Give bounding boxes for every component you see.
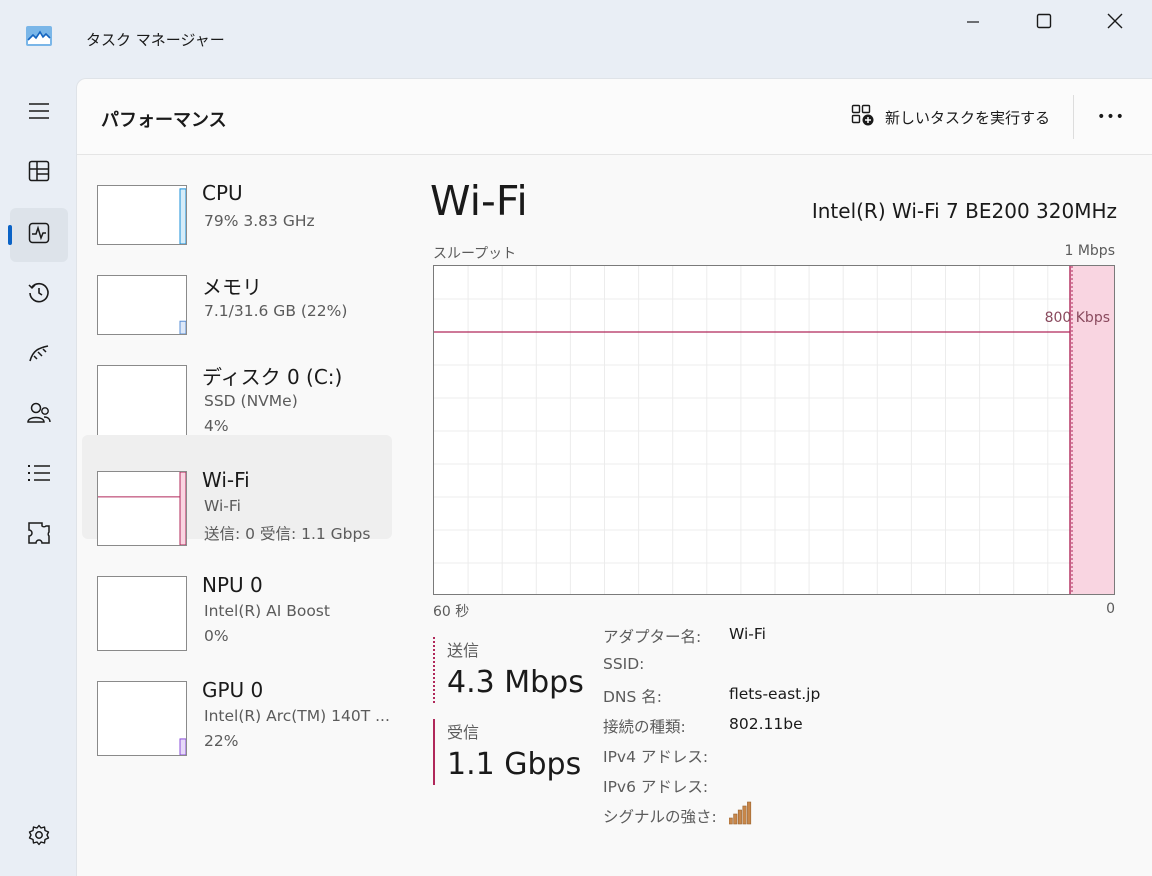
device-thumbnail [97,365,187,440]
device-thumbnail [97,275,187,335]
send-label: 送信 [447,641,480,660]
device-list: CPU 79% 3.83 GHz メモリ 7.1/31.6 GB (22%) ディスク … [77,155,397,875]
users-icon [26,401,52,429]
device-value: 4% [204,417,229,435]
settings-button[interactable] [10,810,68,864]
new-task-icon [851,104,875,130]
close-icon [1107,13,1123,33]
nav-users[interactable] [10,388,68,442]
receive-stat: 受信 1.1 Gbps [433,719,581,785]
property-value: flets-east.jp [729,685,821,703]
device-subtitle: Intel(R) Arc(TM) 140T ... [204,707,390,725]
device-item-4[interactable]: NPU 0 Intel(R) AI Boost 0% [82,545,392,651]
device-item-5[interactable]: GPU 0 Intel(R) Arc(TM) 140T ... 22% [82,645,392,756]
device-name: CPU [202,181,243,205]
property-value: 802.11be [729,715,803,733]
device-item-2[interactable]: ディスク 0 (C:) SSD (NVMe) 4% [82,335,392,440]
nav-startup-apps[interactable] [10,328,68,382]
title-bar: タスク マネージャー [0,0,1152,78]
details-icon [27,463,51,487]
nav-details[interactable] [10,448,68,502]
device-name: GPU 0 [202,678,264,702]
receive-value: 1.1 Gbps [447,747,582,782]
hamburger-icon [28,102,50,124]
nav-performance[interactable] [10,208,68,262]
more-options-button[interactable]: ••• [1089,103,1133,131]
run-new-task-label: 新しいタスクを実行する [885,108,1051,127]
page-title: パフォーマンス [101,110,227,131]
active-indicator [8,225,12,245]
device-name: NPU 0 [202,573,263,597]
device-thumbnail [97,681,187,756]
device-title: Wi-Fi [430,177,528,225]
time-axis-end: 0 [1106,601,1115,617]
services-icon [27,521,51,549]
device-subtitle: 7.1/31.6 GB (22%) [204,302,348,320]
throughput-graph: 800 Kbps [433,265,1115,595]
device-subtitle: Intel(R) AI Boost [204,602,330,620]
send-stat: 送信 4.3 Mbps [433,637,584,703]
send-value: 4.3 Mbps [447,665,584,700]
adapter-name: Intel(R) Wi-Fi 7 BE200 320MHz [811,199,1117,223]
device-subtitle: SSD (NVMe) [204,392,298,410]
startup-icon [27,342,51,368]
more-icon: ••• [1097,109,1125,125]
device-thumbnail [97,471,187,546]
detail-pane: Wi-Fi Intel(R) Wi-Fi 7 BE200 320MHz スループ… [417,155,1117,875]
device-value: 0% [204,627,229,645]
gear-icon [28,824,50,850]
maximize-icon [1036,13,1052,33]
property-key: DNS 名: [603,688,663,706]
page-header: パフォーマンス 新しいタスクを実行する ••• [77,79,1152,155]
device-subtitle: 79% 3.83 GHz [204,212,315,230]
property-key: SSID: [603,655,645,673]
window-title: タスク マネージャー [86,31,225,49]
receive-label: 受信 [447,723,480,742]
property-key: アダプター名: [603,628,702,646]
run-new-task-button[interactable]: 新しいタスクを実行する [851,103,1050,131]
reference-line-label: 800 Kbps [1044,310,1110,326]
device-item-3[interactable]: Wi-Fi Wi-Fi 送信: 0 受信: 1.1 Gbps [82,435,392,546]
device-name: ディスク 0 (C:) [202,365,343,389]
performance-icon [28,222,50,248]
signal-strength-icon [728,801,753,829]
task-manager-app-icon [26,26,52,46]
menu-button[interactable] [10,86,68,140]
device-item-1[interactable]: メモリ 7.1/31.6 GB (22%) [82,245,392,341]
graph-label: スループット [433,246,517,262]
content-panel: パフォーマンス 新しいタスクを実行する ••• CPU 79% 3.83 GHz メ… [76,78,1152,876]
device-thumbnail [97,576,187,651]
device-subtitle: Wi-Fi [204,497,241,515]
nav-rail [0,78,76,876]
nav-processes[interactable] [10,146,68,200]
close-button[interactable] [1092,8,1138,38]
device-name: Wi-Fi [202,468,250,492]
device-name: メモリ [202,275,262,299]
minimize-icon [966,14,980,33]
device-value: 送信: 0 受信: 1.1 Gbps [204,525,371,543]
nav-services[interactable] [10,508,68,562]
maximize-button[interactable] [1021,8,1067,38]
property-value: Wi-Fi [729,625,766,643]
processes-icon [28,160,50,186]
property-key: シグナルの強さ: [603,808,717,826]
property-key: IPv4 アドレス: [603,748,709,766]
header-divider [1073,95,1074,139]
time-axis-start: 60 秒 [433,604,470,620]
property-key: IPv6 アドレス: [603,778,709,796]
minimize-button[interactable] [950,8,996,38]
device-value: 22% [204,732,239,750]
graph-max-label: 1 Mbps [1064,243,1115,259]
device-item-0[interactable]: CPU 79% 3.83 GHz [82,155,392,259]
throughput-graph-svg [434,266,1114,594]
property-key: 接続の種類: [603,718,686,736]
history-icon [27,281,51,309]
device-thumbnail [97,185,187,245]
nav-app-history[interactable] [10,268,68,322]
